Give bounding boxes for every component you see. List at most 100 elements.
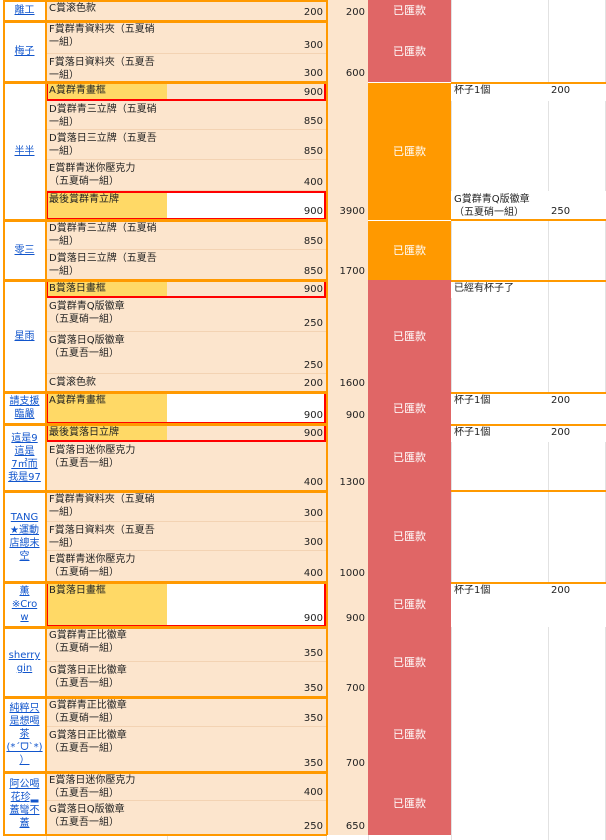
payment-status: 已匯款 [368, 392, 451, 424]
item-price: 850 [167, 101, 326, 130]
item-description: E賞群青迷你壓克力 （五夏硝一組） [46, 160, 167, 191]
item-price: 850 [167, 250, 326, 280]
item-description: G賞群青正比徽章 （五夏硝一組） [46, 627, 167, 662]
item-description: G賞落日Q版徽章 （五夏吾一組） [46, 332, 167, 374]
note-text: G賞群青Q版徽章 （五夏硝一組） [451, 191, 548, 220]
item-description: D賞群青三立牌（五夏硝 一組） [46, 101, 167, 130]
customer-name-link[interactable]: TANG ★運動 店總末 空 [3, 491, 46, 582]
item-price: 300 [167, 491, 326, 522]
group-total: 900 [326, 392, 368, 424]
item-price: 200 [167, 0, 326, 21]
payment-status: 已匯款 [368, 582, 451, 627]
item-price: 850 [167, 130, 326, 160]
payment-status: 已匯款 [368, 21, 451, 82]
item-description: F賞落日資料夾（五夏吾 一組） [46, 522, 167, 551]
item-description: E賞落日迷你壓克力 （五夏吾一組） [46, 772, 167, 801]
customer-name-link[interactable]: 零三 [3, 220, 46, 280]
customer-name-link[interactable]: 阿公喝 花珍▂ 蓋彎不 蓋 [3, 772, 46, 835]
item-price: 900 [167, 392, 326, 424]
item-description: G賞落日正比徽章 （五夏吾一組） [46, 662, 167, 697]
payment-status: 已匯款 [368, 0, 451, 21]
item-description: F賞落日資料夾（五夏吾 一組） [46, 54, 167, 82]
item-price: 300 [167, 54, 326, 82]
item-description: F賞群青資料夾（五夏硝 一組） [46, 491, 167, 522]
item-price: 400 [167, 551, 326, 582]
note-text: 杯子1個 [451, 582, 548, 627]
note-text: 杯子1個 [451, 424, 548, 442]
item-price: 350 [167, 697, 326, 727]
customer-name-link[interactable]: 梅子 [3, 21, 46, 82]
item-description: A賞群青畫框 [46, 82, 167, 101]
item-description: B賞落日畫框 [46, 582, 167, 627]
item-price: 400 [167, 160, 326, 191]
note-text: 杯子1個 [451, 392, 548, 424]
customer-name-link[interactable]: 純粹只 是想喝 茶 (*ˊᗜˋ*) ） [3, 697, 46, 772]
payment-status: 已匯款 [368, 82, 451, 220]
item-price: 400 [167, 442, 326, 491]
item-description: 最後賞群青立牌 [46, 191, 167, 220]
item-price: 900 [167, 424, 326, 442]
note-text: 已經有杯子了 [451, 280, 548, 298]
note-value: 200 [548, 582, 606, 627]
item-description: G賞群青Q版徽章 （五夏硝一組） [46, 298, 167, 332]
item-price: 250 [167, 332, 326, 374]
group-total: 3900 [326, 82, 368, 220]
group-total: 600 [326, 21, 368, 82]
payment-status: 已匯款 [368, 772, 451, 835]
group-total: 700 [326, 627, 368, 697]
note-value: 200 [548, 392, 606, 424]
note-value: 200 [548, 424, 606, 442]
grid-line [451, 490, 606, 492]
payment-status: 已匯款 [368, 424, 451, 491]
group-total: 700 [326, 697, 368, 772]
item-description: C賞滚色款 [46, 374, 167, 392]
note-text: 杯子1個 [451, 82, 548, 101]
item-description: G賞落日正比徽章 （五夏吾一組） [46, 727, 167, 772]
item-description: D賞群青三立牌（五夏硝 一組） [46, 220, 167, 250]
item-description: B賞落日畫框 [46, 280, 167, 298]
payment-status: 已匯款 [368, 697, 451, 772]
group-total: 1600 [326, 280, 368, 392]
item-price: 850 [167, 220, 326, 250]
customer-name-link[interactable]: 星雨 [3, 280, 46, 392]
item-price: 250 [167, 298, 326, 332]
item-description: F賞群青資料夾（五夏硝 一組） [46, 21, 167, 54]
item-description: G賞落日Q版徽章 （五夏吾一組） [46, 801, 167, 835]
item-description: 最後賞落日立牌 [46, 424, 167, 442]
customer-name-link[interactable]: 薰 ※Cro w [3, 582, 46, 627]
item-price: 900 [167, 280, 326, 298]
group-total: 200 [326, 0, 368, 21]
item-description: D賞落日三立牌（五夏吾 一組） [46, 130, 167, 160]
item-price: 250 [167, 801, 326, 835]
item-description: E賞群青迷你壓克力 （五夏硝一組） [46, 551, 167, 582]
item-price: 300 [167, 21, 326, 54]
item-price: 900 [167, 82, 326, 101]
item-price: 300 [167, 522, 326, 551]
customer-name-link[interactable]: sherry gin [3, 627, 46, 697]
group-total: 900 [326, 582, 368, 627]
group-total: 1000 [326, 491, 368, 582]
payment-status: 已匯款 [368, 280, 451, 392]
customer-name-link[interactable]: 請支援 臨嚴 [3, 392, 46, 424]
payment-status: 已匯款 [368, 491, 451, 582]
item-price: 900 [167, 582, 326, 627]
item-description: A賞群青畫框 [46, 392, 167, 424]
item-price: 350 [167, 662, 326, 697]
customer-name-link[interactable]: 半半 [3, 82, 46, 220]
order-spreadsheet: 離工 C賞滚色款 200 200 已匯款 梅子 F賞群青資料夾（五夏硝 一組） 300 F賞落日… [0, 0, 606, 840]
group-total: 1700 [326, 220, 368, 280]
group-total: 650 [326, 772, 368, 835]
item-description: G賞群青正比徽章 （五夏硝一組） [46, 697, 167, 727]
item-description: C賞滚色款 [46, 0, 167, 21]
customer-name-link[interactable]: 離工 [3, 0, 46, 21]
note-value: 200 [548, 82, 606, 101]
item-price: 400 [167, 772, 326, 801]
item-description: E賞落日迷你壓克力 （五夏吾一組） [46, 442, 167, 491]
customer-name-link[interactable]: 這是9 這是 7㎡而 我是97 [3, 424, 46, 491]
payment-status: 已匯款 [368, 627, 451, 697]
payment-status: 已匯款 [368, 220, 451, 280]
group-total: 1300 [326, 424, 368, 491]
item-price: 200 [167, 374, 326, 392]
item-price: 350 [167, 727, 326, 772]
item-price: 900 [167, 191, 326, 220]
